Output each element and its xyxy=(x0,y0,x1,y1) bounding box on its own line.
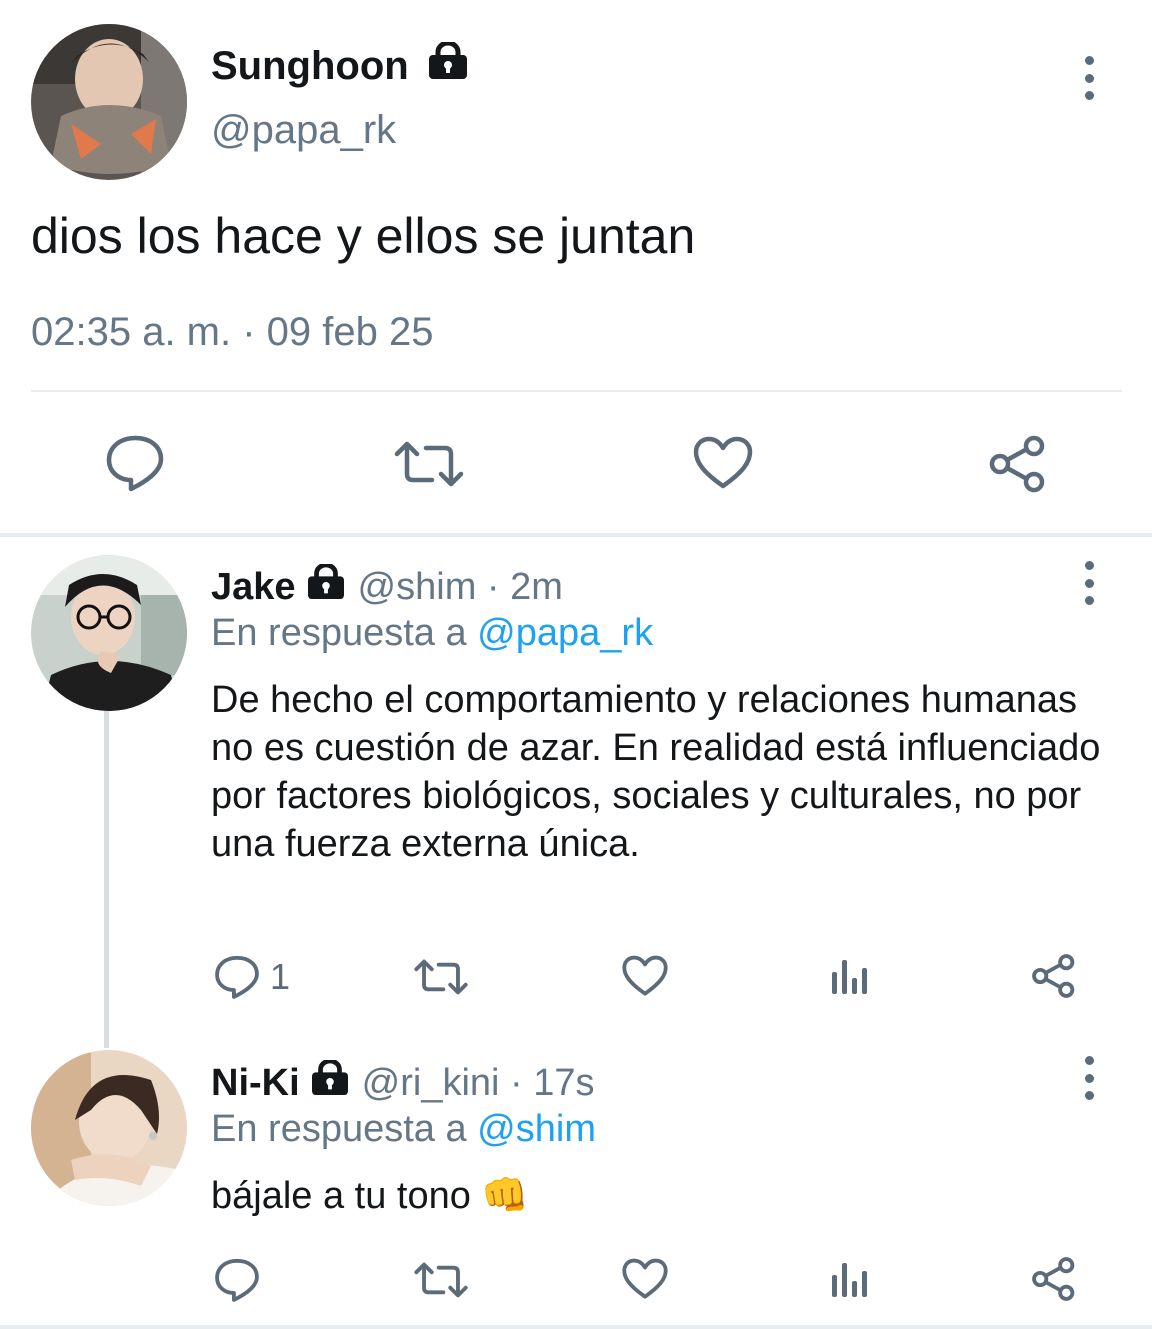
reply-author-name[interactable]: Jake xyxy=(211,566,296,609)
reply-context-prefix: En respuesta a xyxy=(211,612,478,654)
retweet-button[interactable] xyxy=(394,440,464,488)
reply-button[interactable]: 1 xyxy=(214,954,290,1000)
reply-button[interactable] xyxy=(214,1257,260,1303)
section-divider xyxy=(0,1325,1152,1329)
avatar-jake[interactable] xyxy=(31,555,187,711)
reply-count: 1 xyxy=(270,956,291,997)
reply-text: bájale a tu tono 👊 xyxy=(211,1175,529,1217)
like-icon xyxy=(693,436,753,489)
author-name-text: Sunghoon xyxy=(211,43,409,88)
reply-button[interactable] xyxy=(105,434,165,492)
section-divider xyxy=(0,533,1152,537)
share-icon xyxy=(1032,954,1075,998)
more-options-icon[interactable] xyxy=(1077,56,1101,100)
share-button[interactable] xyxy=(1031,953,1077,999)
reply-mention-link[interactable]: @papa_rk xyxy=(477,612,653,654)
lock-icon xyxy=(306,562,346,610)
like-button[interactable] xyxy=(622,1258,668,1300)
analytics-button[interactable] xyxy=(830,1259,870,1299)
retweet-icon xyxy=(394,441,464,487)
tweet-timestamp[interactable]: 02:35 a. m. · 09 feb 25 xyxy=(31,310,433,355)
author-handle[interactable]: @papa_rk xyxy=(211,108,396,153)
reply-context-prefix: En respuesta a xyxy=(211,1108,478,1150)
like-icon xyxy=(622,1258,668,1299)
avatar-niki[interactable] xyxy=(31,1050,187,1206)
more-options-icon[interactable] xyxy=(1077,561,1101,605)
reply-header: Ni-Ki @ri_kini · 17s xyxy=(211,1058,595,1106)
more-options-icon[interactable] xyxy=(1077,1056,1101,1100)
author-name[interactable]: Sunghoon xyxy=(211,40,469,90)
reply-icon xyxy=(215,1258,259,1302)
reply-context: En respuesta a @shim xyxy=(211,1108,596,1151)
reply-context: En respuesta a @papa_rk xyxy=(211,612,653,655)
reply-handle-time[interactable]: @ri_kini · 17s xyxy=(362,1062,595,1105)
thread-line xyxy=(104,708,109,1048)
like-icon xyxy=(622,955,668,996)
share-icon xyxy=(989,435,1045,493)
retweet-button[interactable] xyxy=(414,1261,468,1299)
reply-header: Jake @shim · 2m xyxy=(211,562,563,610)
retweet-button[interactable] xyxy=(414,958,468,996)
analytics-icon xyxy=(832,1263,867,1297)
retweet-icon xyxy=(414,1262,468,1298)
retweet-icon xyxy=(414,959,468,995)
reply-icon xyxy=(215,955,259,999)
reply-mention-link[interactable]: @shim xyxy=(477,1108,596,1150)
reply-author-name[interactable]: Ni-Ki xyxy=(211,1062,300,1105)
tweet-text: dios los hace y ellos se juntan xyxy=(31,208,696,264)
share-icon xyxy=(1032,1257,1075,1301)
reply-handle-time[interactable]: @shim · 2m xyxy=(358,566,563,609)
share-button[interactable] xyxy=(1031,1256,1077,1302)
lock-icon xyxy=(427,40,469,90)
analytics-button[interactable] xyxy=(830,956,870,996)
like-button[interactable] xyxy=(622,955,668,997)
reply-icon xyxy=(106,435,164,492)
like-button[interactable] xyxy=(693,436,753,490)
share-button[interactable] xyxy=(988,434,1048,494)
analytics-icon xyxy=(832,960,867,994)
lock-icon xyxy=(310,1058,350,1106)
divider xyxy=(31,390,1122,392)
avatar-sunghoon[interactable] xyxy=(31,24,187,180)
reply-text: De hecho el comportamiento y relaciones … xyxy=(211,679,1101,865)
